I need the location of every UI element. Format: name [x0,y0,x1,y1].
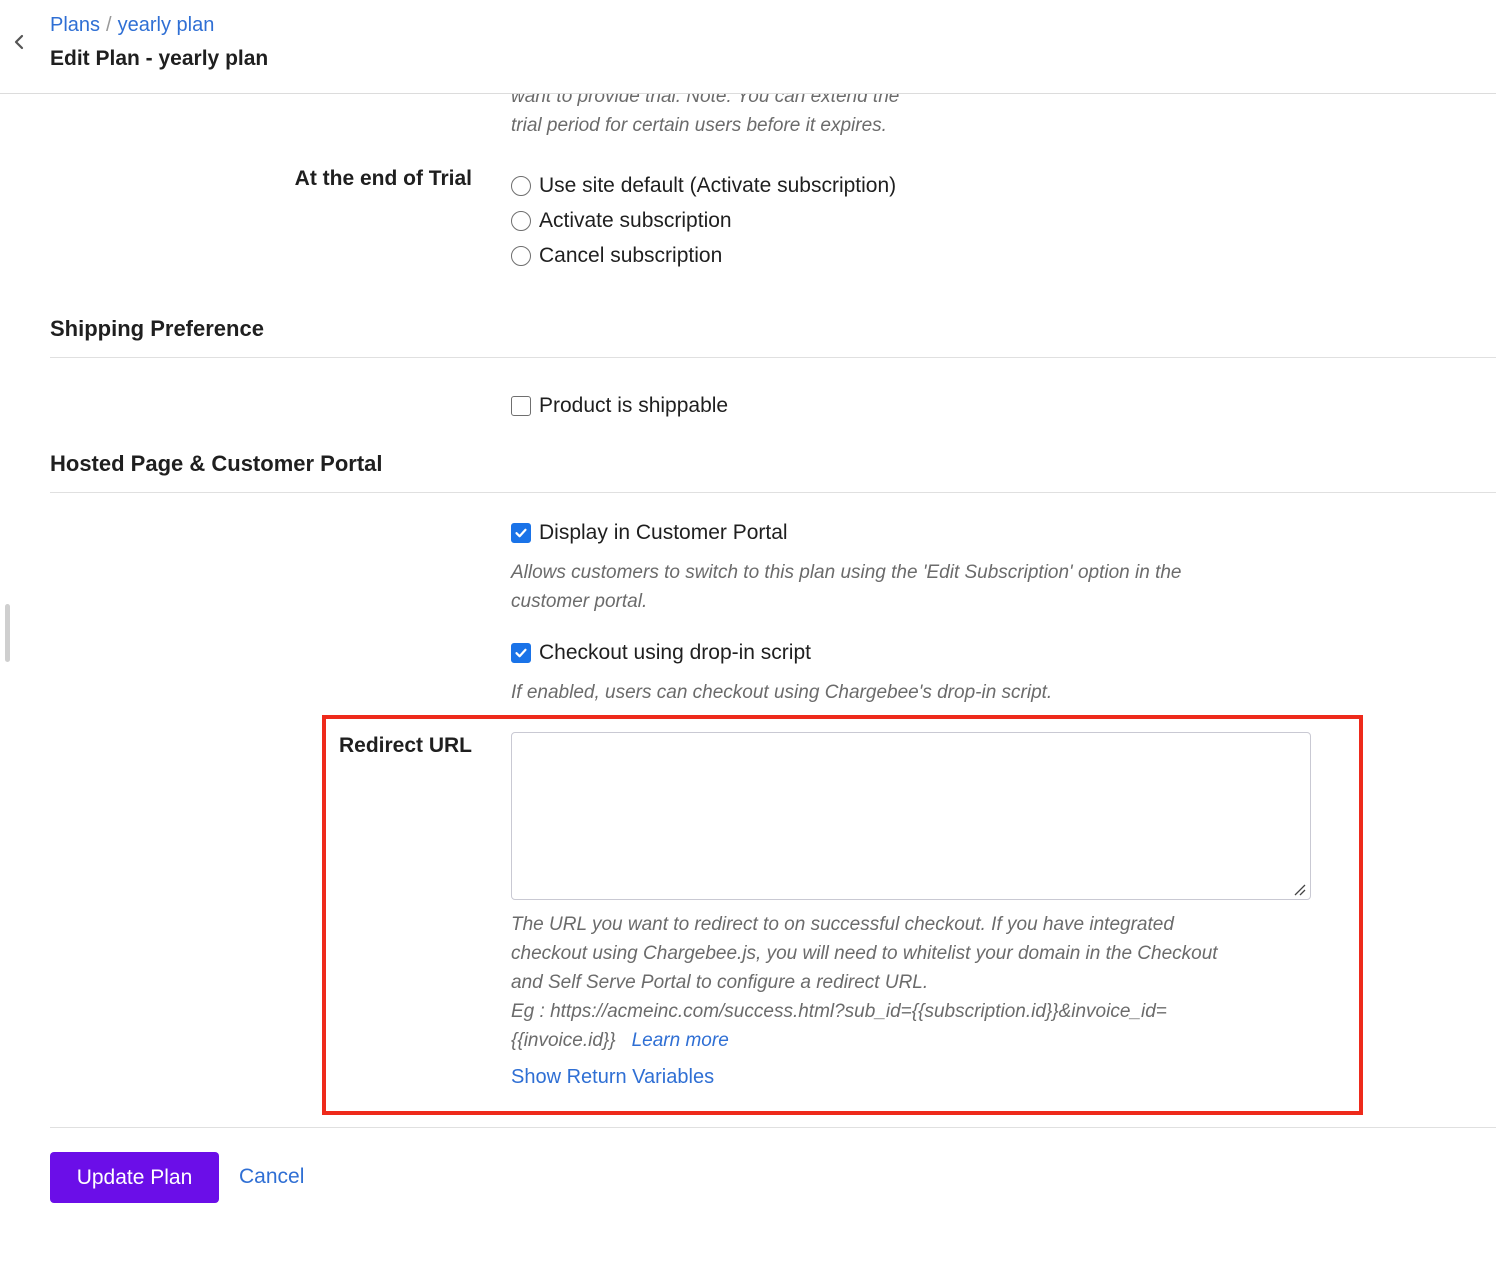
display-in-portal-row[interactable]: Display in Customer Portal [511,518,788,548]
end-of-trial-radio-group: Use site default (Activate subscription)… [511,171,896,271]
display-in-portal-checkbox[interactable] [511,523,531,543]
breadcrumb-current-link[interactable]: yearly plan [118,14,215,36]
redirect-url-help: The URL you want to redirect to on succe… [511,910,1218,1055]
trial-help-text: want to provide trial. Note: You can ext… [511,94,900,136]
hosted-section-title: Hosted Page & Customer Portal [50,451,383,476]
page-header: Plans / yearly plan Edit Plan - yearly pla… [0,0,1496,94]
edit-plan-page: Plans / yearly plan Edit Plan - yearly pla… [0,0,1496,1268]
shippable-checkbox[interactable] [511,396,531,416]
show-return-variables-link[interactable]: Show Return Variables [511,1066,714,1089]
shipping-section-title: Shipping Preference [50,316,264,341]
breadcrumb-separator: / [106,14,112,36]
radio-button[interactable] [511,176,531,196]
redirect-url-textarea[interactable] [511,732,1311,900]
dropin-script-help: If enabled, users can checkout using Cha… [511,682,1053,703]
back-button[interactable] [8,30,30,54]
end-of-trial-label: At the end of Trial [294,167,472,190]
checkmark-icon [515,648,527,658]
chevron-left-icon [14,34,24,50]
cancel-link[interactable]: Cancel [239,1165,304,1189]
breadcrumb-plans-link[interactable]: Plans [50,14,100,36]
radio-activate-subscription[interactable]: Activate subscription [511,206,896,236]
checkmark-icon [515,528,527,538]
redirect-url-label: Redirect URL [338,734,472,757]
form-content: want to provide trial. Note: You can ext… [0,94,1496,1268]
redirect-url-example-row: {{invoice.id}} Learn more [511,1030,729,1051]
radio-cancel-subscription[interactable]: Cancel subscription [511,241,896,271]
dropin-script-row[interactable]: Checkout using drop-in script [511,638,811,668]
radio-use-site-default[interactable]: Use site default (Activate subscription) [511,171,896,201]
scrollbar-thumb[interactable] [5,604,10,662]
resize-handle-icon[interactable] [1291,881,1307,897]
radio-button[interactable] [511,211,531,231]
radio-button[interactable] [511,246,531,266]
update-plan-button[interactable]: Update Plan [50,1152,219,1203]
breadcrumb: Plans / yearly plan [50,12,214,38]
actions-divider [50,1127,1496,1128]
display-in-portal-help: Allows customers to switch to this plan … [511,562,1182,612]
hosted-divider [50,492,1496,493]
learn-more-link[interactable]: Learn more [632,1030,729,1051]
dropin-script-checkbox[interactable] [511,643,531,663]
shippable-checkbox-row[interactable]: Product is shippable [511,391,728,421]
shipping-divider [50,357,1496,358]
page-title: Edit Plan - yearly plan [50,47,269,70]
